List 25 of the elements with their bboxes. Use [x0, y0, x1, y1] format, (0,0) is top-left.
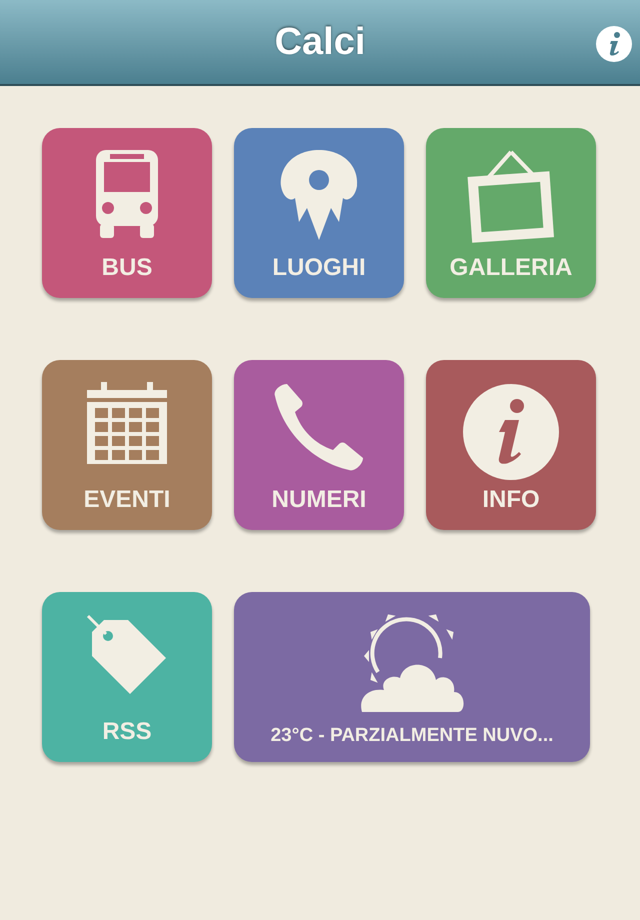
sun-cloud-icon	[358, 614, 466, 714]
menu-tile[interactable]: NUMERI	[234, 360, 404, 530]
menu-tile[interactable]: RSS	[42, 592, 212, 762]
menu-tile[interactable]: LUOGHI	[234, 128, 404, 298]
info-icon	[461, 382, 561, 482]
tile-label: EVENTI	[84, 485, 170, 515]
tile-label: RSS	[102, 717, 152, 747]
calendar-icon	[85, 382, 169, 466]
menu-tile[interactable]: BUS	[42, 128, 212, 298]
tag-icon	[86, 614, 168, 696]
tile-label: BUS	[102, 253, 152, 283]
tile-label: LUOGHI	[272, 253, 366, 283]
tile-label: INFO	[482, 485, 540, 515]
info-icon	[607, 32, 621, 56]
phone-icon	[273, 382, 365, 472]
weather-tile[interactable]: 23°C - PARZIALMENTE NUVO...	[234, 592, 590, 762]
tile-label: NUMERI	[272, 485, 366, 515]
menu-tile[interactable]: EVENTI	[42, 360, 212, 530]
menu-tile[interactable]: INFO	[426, 360, 596, 530]
bus-icon	[94, 150, 160, 238]
info-button[interactable]	[596, 26, 632, 62]
screen-title: Calci	[274, 20, 366, 64]
tile-label: GALLERIA	[450, 253, 572, 283]
menu-tile[interactable]: GALLERIA	[426, 128, 596, 298]
tile-label: 23°C - PARZIALMENTE NUVO...	[270, 724, 554, 748]
